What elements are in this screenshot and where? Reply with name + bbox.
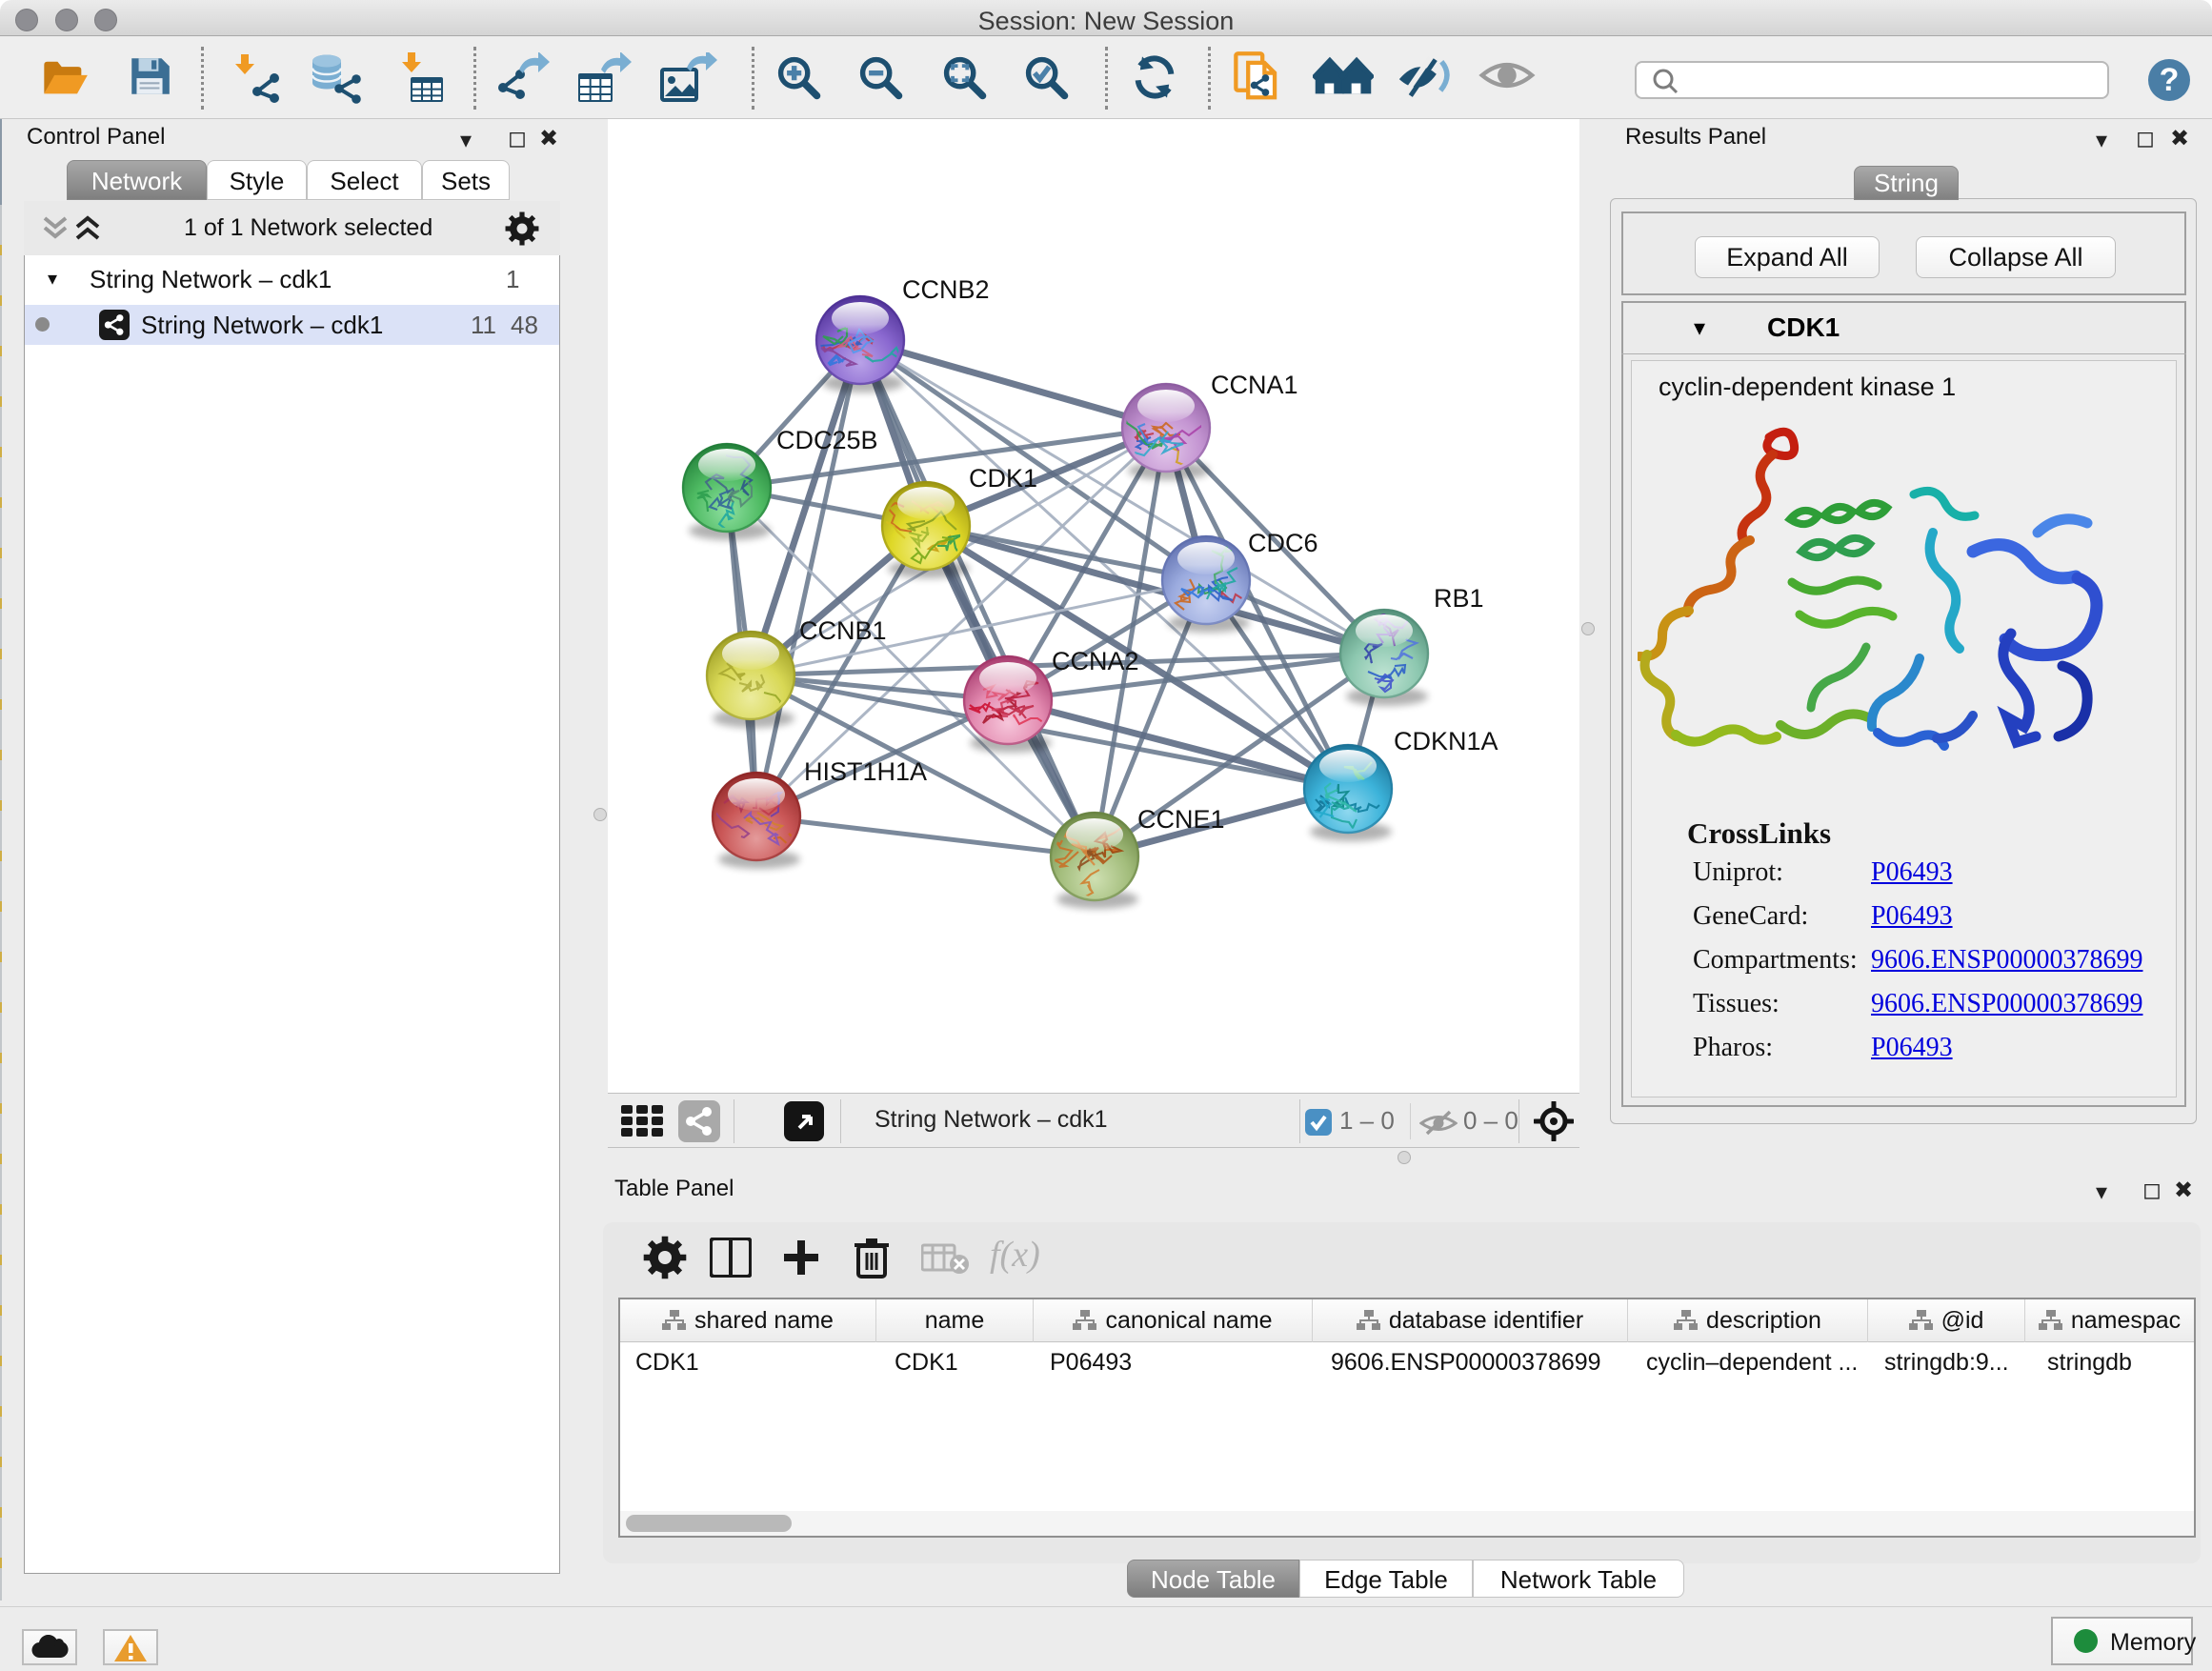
svg-text:CCNA1: CCNA1 <box>1211 371 1298 399</box>
svg-text:RB1: RB1 <box>1434 584 1484 613</box>
svg-text:CDC6: CDC6 <box>1248 529 1318 557</box>
svg-text:CCNE1: CCNE1 <box>1137 805 1225 834</box>
svg-text:CCNB1: CCNB1 <box>799 616 887 645</box>
svg-text:HIST1H1A: HIST1H1A <box>804 757 927 786</box>
svg-text:CDC25B: CDC25B <box>776 426 878 454</box>
svg-text:CDKN1A: CDKN1A <box>1394 727 1498 755</box>
svg-text:CCNB2: CCNB2 <box>902 275 990 304</box>
svg-text:CCNA2: CCNA2 <box>1052 647 1139 675</box>
svg-text:CDK1: CDK1 <box>969 464 1037 493</box>
